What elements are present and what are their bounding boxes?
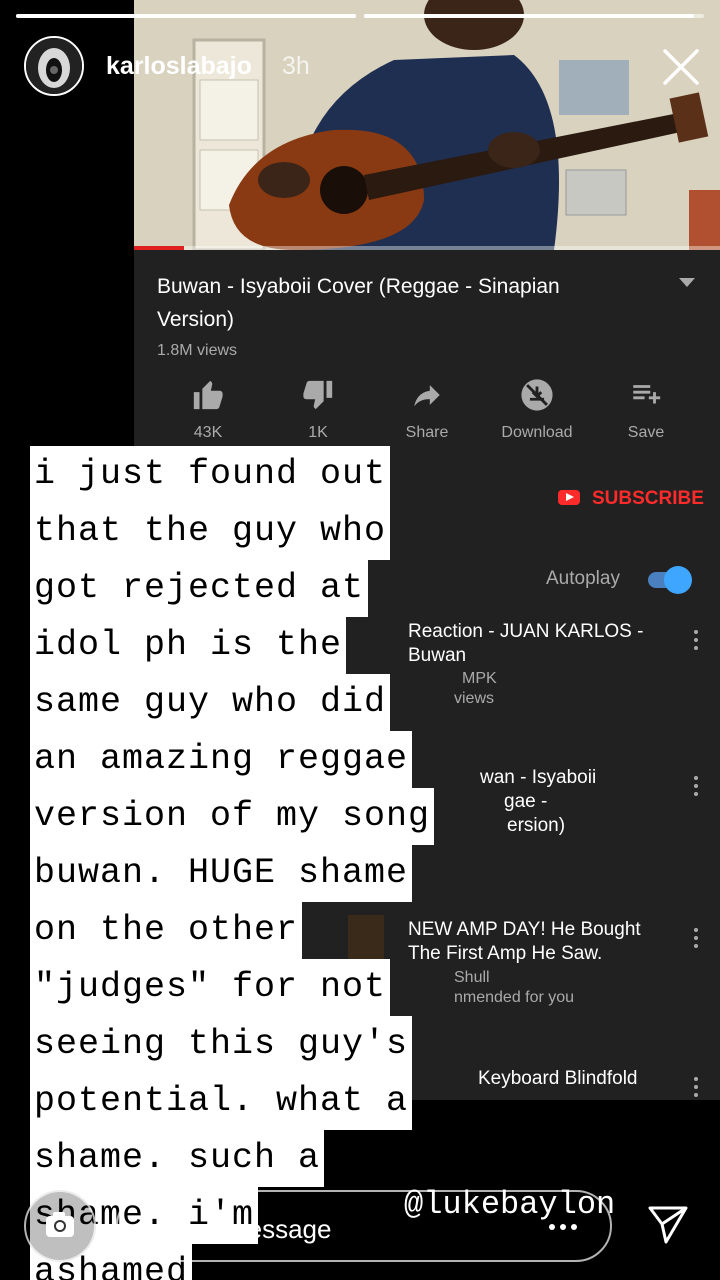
- overlay-line: i just found out: [30, 446, 530, 503]
- more-options-icon[interactable]: [694, 928, 700, 952]
- instagram-story-screen: Buwan - Isyaboii Cover (Reggae - Sinapia…: [0, 0, 720, 1280]
- overlay-line-text: potential. what a: [30, 1073, 413, 1130]
- overlay-line: that the guy who: [30, 503, 530, 560]
- download-icon: [521, 379, 553, 411]
- overlay-line: version of my song: [30, 788, 530, 845]
- overlay-line-text: version of my song: [30, 788, 435, 845]
- overlay-line-text: an amazing reggae: [30, 731, 413, 788]
- overlay-line-text: i just found out: [30, 446, 391, 503]
- overlay-line: buwan. HUGE shame: [30, 845, 530, 902]
- overlay-line-text: idol ph is the: [30, 617, 347, 674]
- story-progress-segment: [16, 14, 356, 18]
- save-playlist-icon: [633, 385, 661, 404]
- share-label: Share: [405, 424, 449, 441]
- overlay-line-text: shame. such a: [30, 1130, 325, 1187]
- overlay-line-text: same guy who did: [30, 674, 391, 731]
- dislike-button[interactable]: 1K: [273, 378, 363, 442]
- more-options-icon[interactable]: [548, 1222, 578, 1232]
- overlay-line-text: seeing this guy's: [30, 1016, 413, 1073]
- overlay-line: idol ph is the: [30, 617, 530, 674]
- video-title: Buwan - Isyaboii Cover (Reggae - Sinapia…: [157, 275, 560, 331]
- guitarist-image: [134, 0, 720, 250]
- send-message-input[interactable]: Send message: [116, 1190, 612, 1262]
- overlay-line: on the other: [30, 902, 530, 959]
- share-button[interactable]: Share: [382, 378, 472, 442]
- dislike-count: 1K: [308, 424, 328, 441]
- download-button[interactable]: Download: [492, 378, 582, 442]
- subscribe-button[interactable]: SUBSCRIBE: [592, 488, 704, 510]
- youtube-logo-icon: [558, 490, 580, 505]
- overlay-line: "judges" for not: [30, 959, 530, 1016]
- overlay-line: an amazing reggae: [30, 731, 530, 788]
- avatar-image: [26, 38, 82, 94]
- more-options-icon[interactable]: [694, 630, 700, 654]
- thumbs-up-icon: [193, 380, 223, 410]
- share-icon: [414, 385, 440, 407]
- save-label: Save: [627, 424, 665, 441]
- overlay-line-text: on the other: [30, 902, 303, 959]
- camera-icon: [46, 1212, 74, 1237]
- overlay-line-text: that the guy who: [30, 503, 391, 560]
- close-icon[interactable]: [661, 47, 701, 87]
- like-button[interactable]: 43K: [163, 378, 253, 442]
- expand-chevron-icon[interactable]: [679, 278, 695, 287]
- overlay-line-text: "judges" for not: [30, 959, 391, 1016]
- send-icon[interactable]: [646, 1202, 690, 1246]
- video-progress-bar[interactable]: [134, 246, 720, 250]
- video-thumbnail: [134, 0, 720, 250]
- camera-button[interactable]: [24, 1190, 96, 1262]
- more-options-icon[interactable]: [694, 1077, 700, 1100]
- post-time: 3h: [282, 52, 310, 80]
- send-message-placeholder: Send message: [158, 1214, 332, 1244]
- thumbs-down-icon: [303, 380, 333, 410]
- avatar[interactable]: [24, 36, 84, 96]
- story-text-overlay: i just found out that the guy who got reje…: [30, 446, 530, 1280]
- like-count: 43K: [193, 424, 223, 441]
- more-options-icon[interactable]: [694, 776, 700, 800]
- overlay-line: same guy who did: [30, 674, 530, 731]
- overlay-line: seeing this guy's: [30, 1016, 530, 1073]
- username[interactable]: karloslabajo: [106, 52, 252, 81]
- overlay-line: got rejected at: [30, 560, 530, 617]
- autoplay-label: Autoplay: [546, 568, 620, 589]
- download-label: Download: [501, 424, 573, 441]
- overlay-line-text: buwan. HUGE shame: [30, 845, 413, 902]
- overlay-line-text: got rejected at: [30, 560, 369, 617]
- story-progress-segment: [364, 14, 704, 18]
- autoplay-toggle[interactable]: [648, 566, 692, 594]
- overlay-line: potential. what a: [30, 1073, 530, 1130]
- overlay-line: shame. such a: [30, 1130, 530, 1187]
- save-button[interactable]: Save: [601, 378, 691, 442]
- view-count: 1.8M views: [157, 342, 238, 359]
